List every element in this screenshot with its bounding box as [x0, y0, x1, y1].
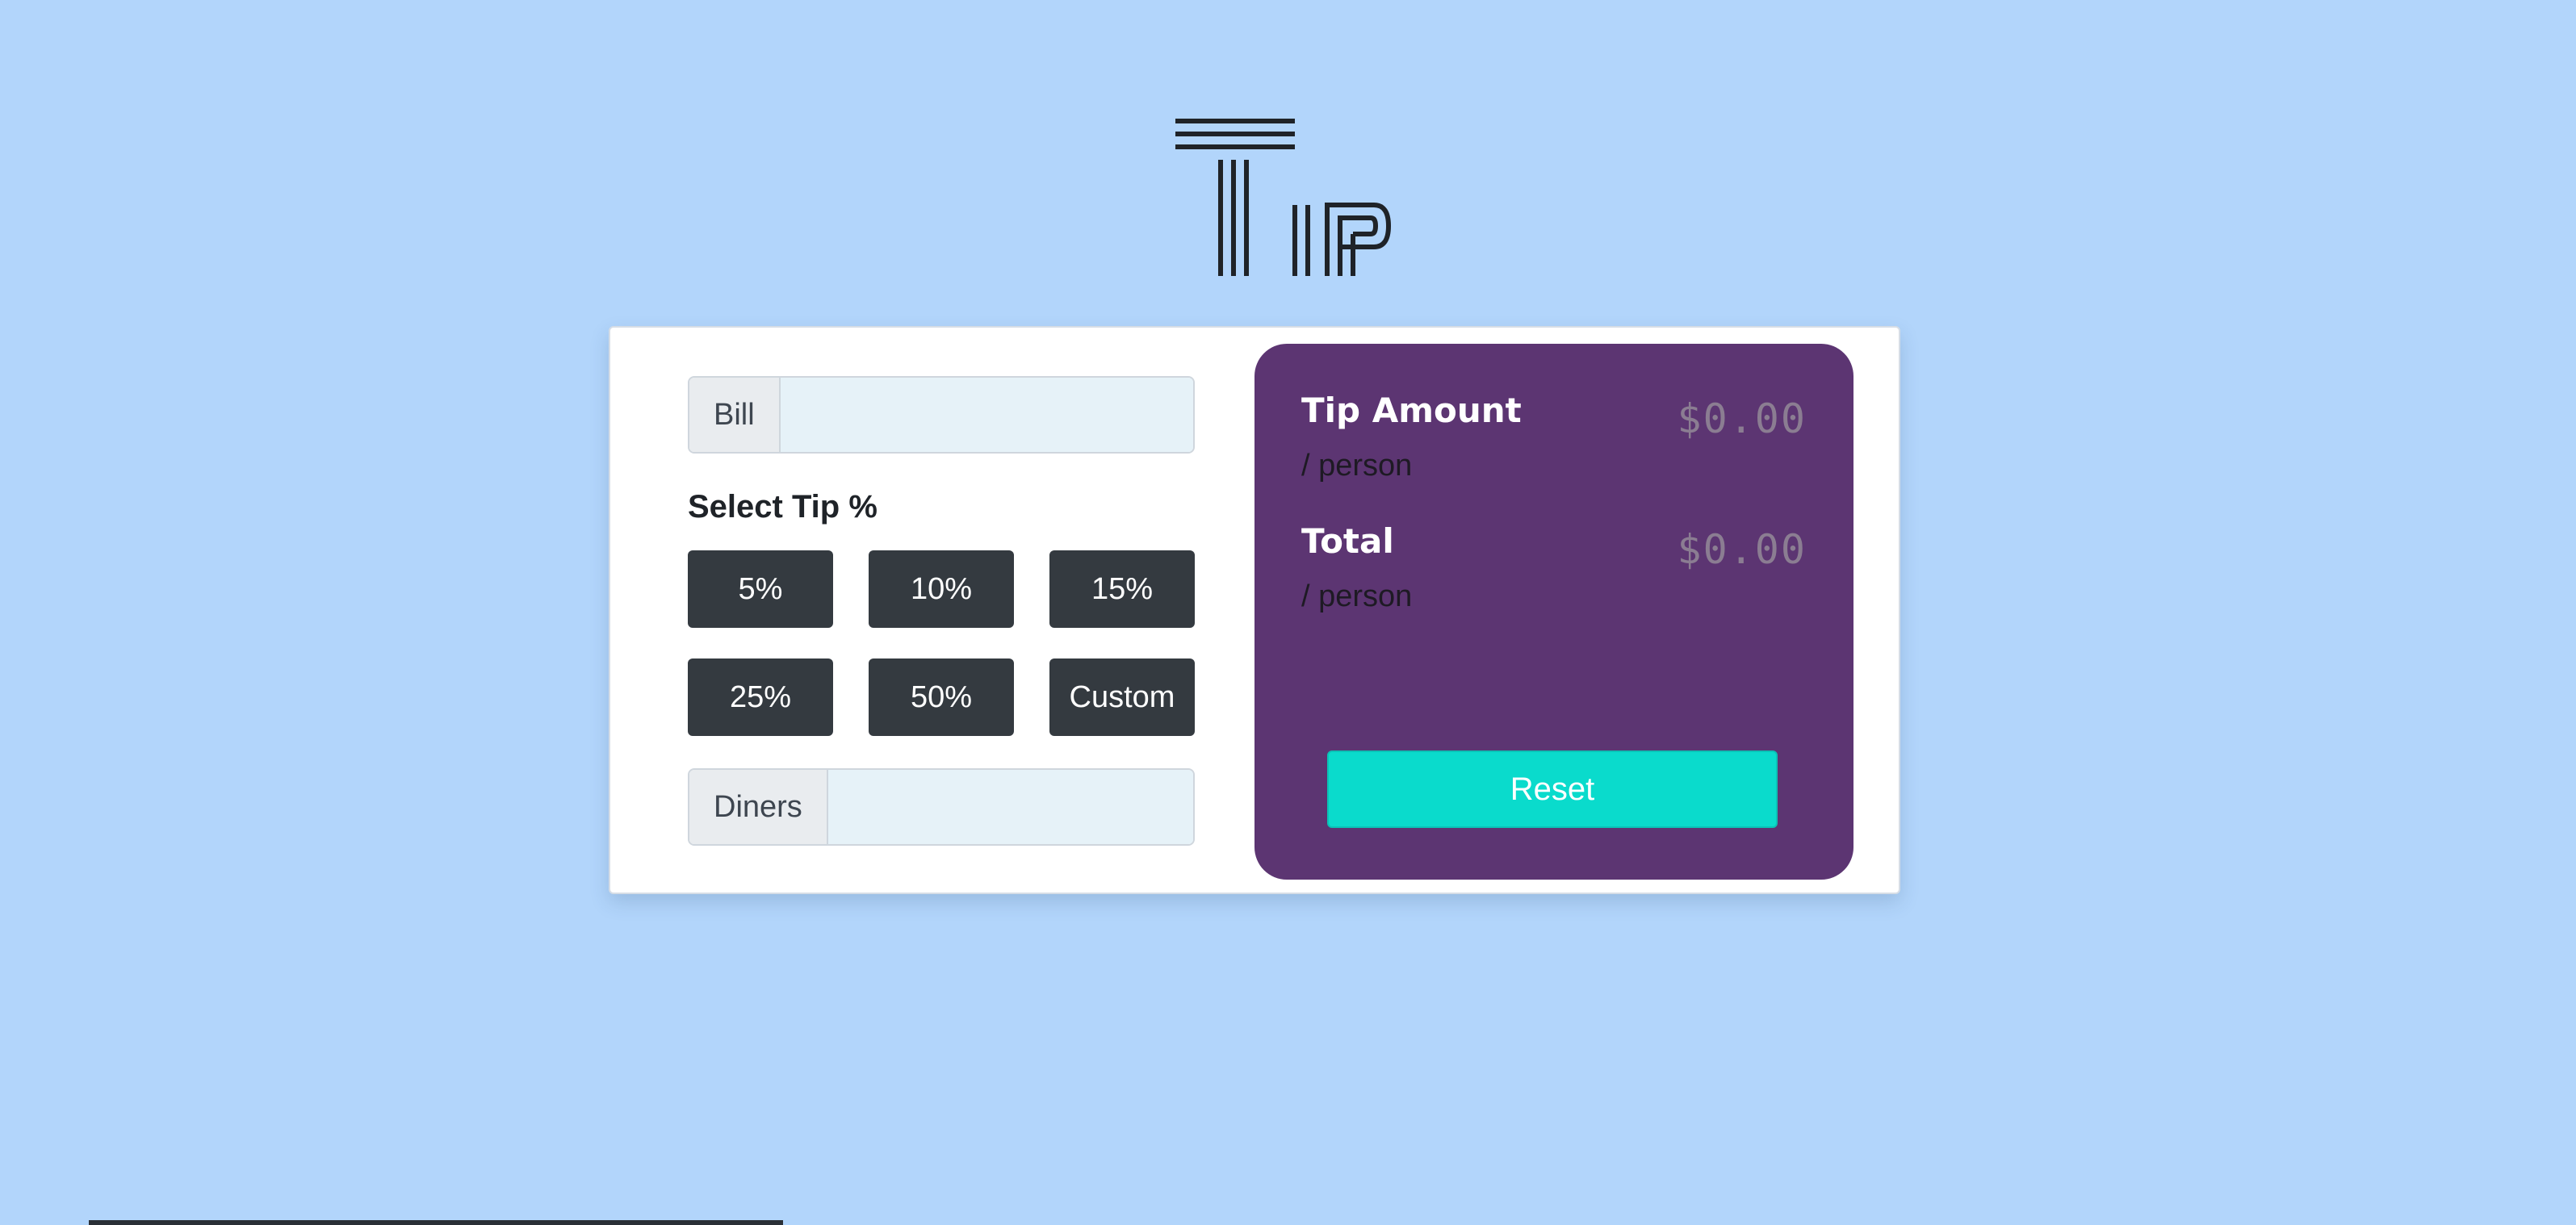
total-per-person: / person — [1301, 579, 1413, 613]
results-panel: Tip Amount / person $0.00 Total / person… — [1254, 344, 1853, 880]
tip-15-button[interactable]: 15% — [1049, 550, 1195, 628]
tip-50-button[interactable]: 50% — [869, 658, 1014, 736]
tip-amount-per-person: / person — [1301, 449, 1413, 483]
select-tip-heading: Select Tip % — [688, 489, 878, 525]
bottom-divider — [89, 1220, 783, 1225]
bill-input-group: Bill — [688, 376, 1195, 454]
tip-5-button[interactable]: 5% — [688, 550, 833, 628]
tip-10-button[interactable]: 10% — [869, 550, 1014, 628]
page: Bill Select Tip % 5% 10% 15% 25% 50% Cus… — [0, 0, 2576, 1225]
tip-amount-value: $0.00 — [1677, 395, 1807, 442]
bill-label: Bill — [689, 378, 781, 452]
diners-label: Diners — [689, 770, 828, 844]
tip-25-button[interactable]: 25% — [688, 658, 833, 736]
reset-button[interactable]: Reset — [1327, 750, 1778, 828]
total-label: Total — [1301, 521, 1394, 561]
diners-input[interactable] — [827, 770, 1193, 844]
tip-logo-icon — [1172, 116, 1395, 278]
bill-input[interactable] — [780, 378, 1193, 452]
tip-amount-label: Tip Amount — [1301, 391, 1522, 430]
tip-custom-button[interactable]: Custom — [1049, 658, 1195, 736]
total-value: $0.00 — [1677, 526, 1807, 573]
diners-input-group: Diners — [688, 768, 1195, 846]
calculator-card: Bill Select Tip % 5% 10% 15% 25% 50% Cus… — [609, 326, 1900, 894]
